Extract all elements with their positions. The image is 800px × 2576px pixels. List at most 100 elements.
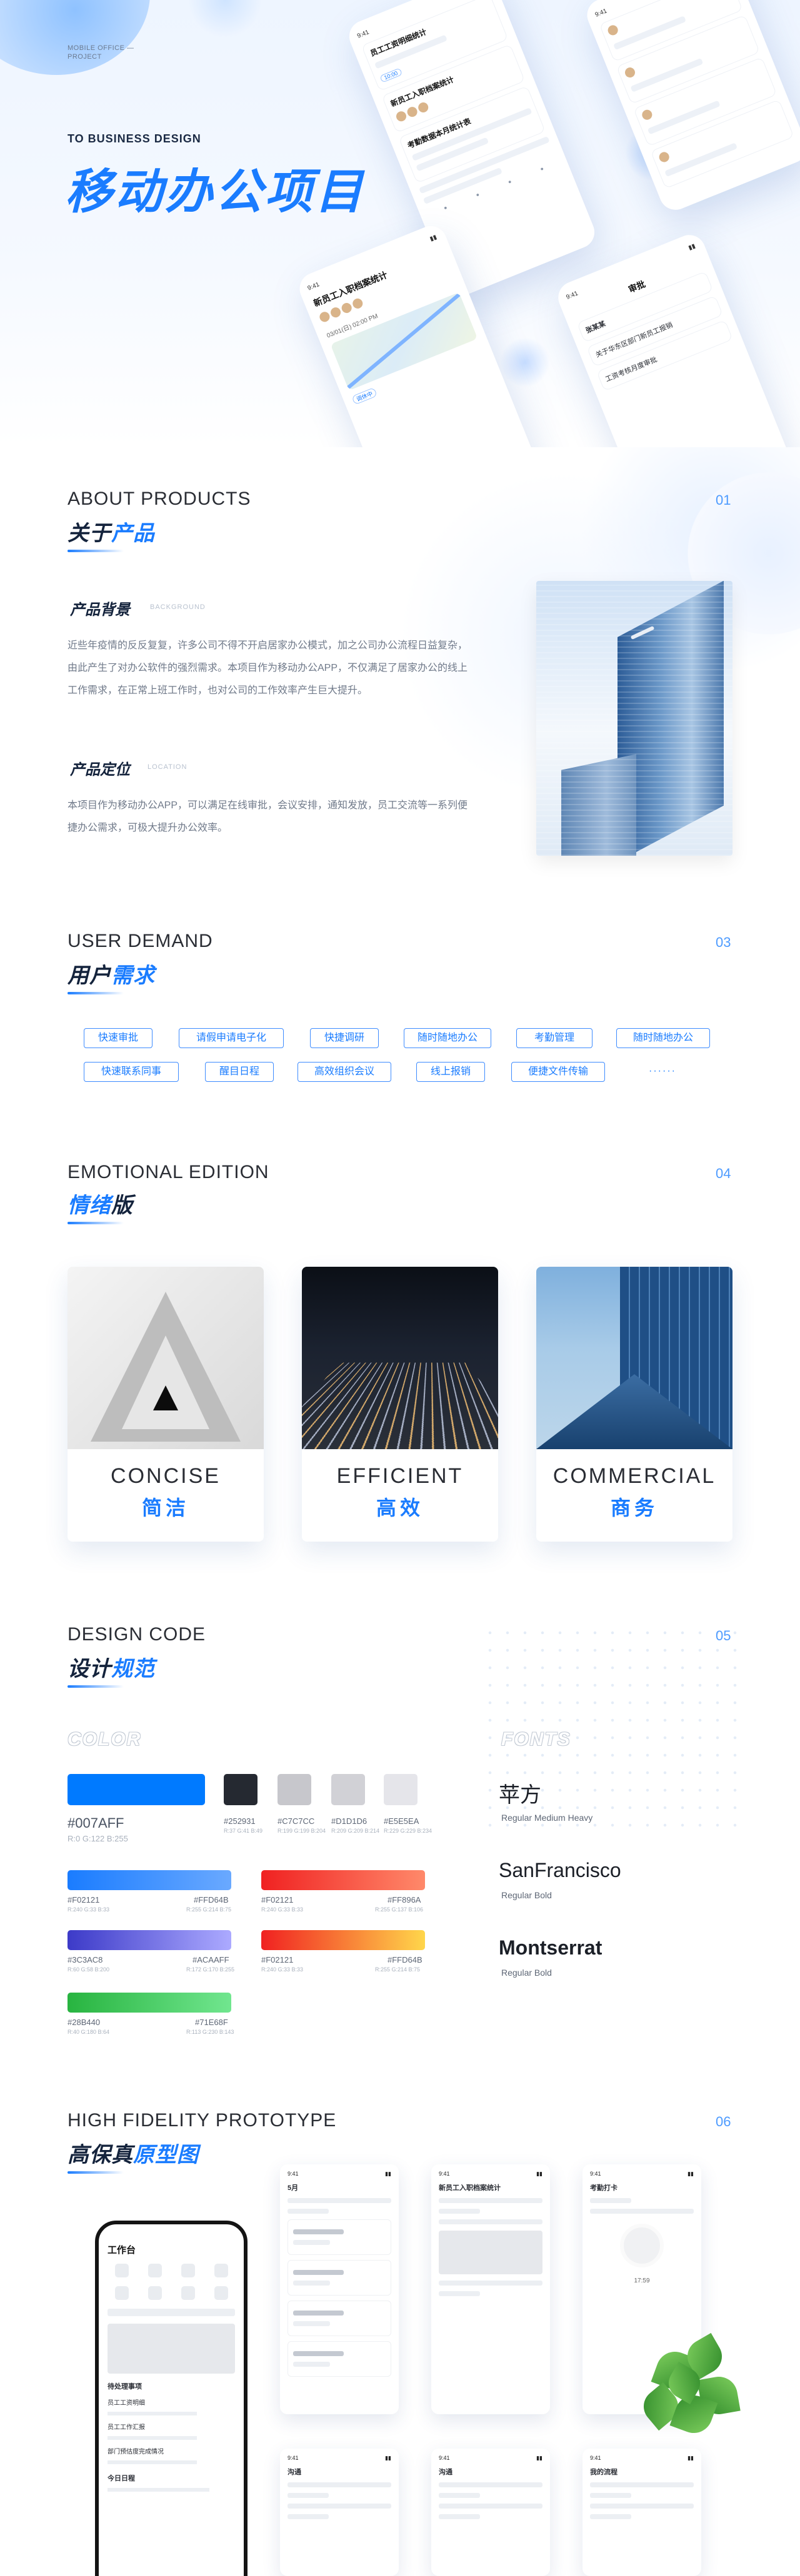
section-number: 03 [716,934,731,950]
color-swatch-primary [68,1774,205,1805]
prototype-phone-workbench: 工作台 待处理事项 员工工资明细 员工工作汇报 部门预估度完成情况 今日日程 [95,2221,248,2576]
gradient-swatch [261,1870,425,1890]
color-hex: #C7C7CC [278,1816,315,1826]
mood-title-cn: 高效 [376,1497,424,1519]
section-number: 05 [716,1628,731,1643]
mood-title-cn: 商务 [610,1497,658,1519]
color-rgb: R:172 G:170 B:255 [186,1966,235,1973]
status-time: 9:41 [594,7,608,19]
gradient-swatch [68,1930,231,1950]
demand-tag: 快捷调研 [310,1028,379,1048]
font-weights: Regular Bold [501,1968,552,1978]
heading-underline [68,992,124,994]
plant-decoration [631,2332,750,2439]
background-subheading: 产品背景 [59,596,130,619]
demand-tag: 随时随地办公 [616,1028,710,1048]
color-swatch-neutral [384,1774,418,1805]
prototype-heading-en: HIGH FIDELITY PROTOTYPE [68,2110,337,2131]
demand-tag: 请假申请电子化 [179,1028,284,1048]
pending-section-title: 待处理事项 [108,2383,142,2390]
mood-card-commercial: COMMERCIAL 商务 [536,1267,732,1542]
color-swatch-neutral [331,1774,365,1805]
checkin-title: 考勤打卡 [590,2184,618,2192]
pending-item: 部门预估度完成情况 [108,2449,164,2455]
color-hex: #FF896A [388,1895,421,1905]
color-rgb: R:40 G:180 B:64 [68,2029,110,2035]
demand-tag: 考勤管理 [516,1028,592,1048]
status-tag: 调休中 [351,387,378,405]
demand-tag: 快速联系同事 [84,1062,179,1082]
gradient-swatch [68,1993,231,2013]
color-hex: #3C3AC8 [68,1955,103,1964]
color-hex: #F02121 [261,1895,294,1905]
demand-tag: 高效组织会议 [298,1062,391,1082]
color-hex: #007AFF [68,1815,124,1831]
chat-title: 沟通 [439,2469,452,2476]
schedule-section-title: 今日日程 [108,2475,135,2482]
skyscraper-photo [536,581,732,856]
emotional-heading-cn: 情绪版 [68,1194,133,1217]
demand-tag: 线上报销 [416,1062,485,1082]
prototype-phone-detail: 9:41 ▮▮ 新员工入职档案统计 [431,2164,550,2414]
hero-blob [0,0,150,75]
prototype-phone-chat: 9:41 ▮▮ 沟通 [280,2449,399,2576]
mood-title-en: EFFICIENT [336,1464,464,1488]
design-heading-en: DESIGN CODE [68,1624,206,1645]
checkin-time: 17:59 [634,2277,650,2284]
color-rgb: R:240 G:33 B:33 [261,1966,304,1973]
color-hex: #FFD64B [388,1955,422,1964]
color-swatch-neutral [278,1774,311,1805]
color-rgb: R:60 G:58 B:200 [68,1966,110,1973]
demand-heading-en: USER DEMAND [68,931,213,951]
background-text: 近些年疫情的反反复复，许多公司不得不开启居家办公模式，加之公司办公流程日益复杂，… [68,640,468,696]
color-rgb: R:113 G:230 B:143 [186,2029,234,2035]
color-rgb: R:255 G:137 B:106 [375,1906,424,1913]
hero-phone-mockup: 9:41▮▮ [582,0,800,215]
color-hex: #28B440 [68,2018,101,2027]
design-heading-cn: 设计规范 [68,1657,155,1681]
hero-blob [188,0,262,37]
positioning-tag: LOCATION [148,763,188,771]
font-sample-montserrat: Montserrat [499,1936,602,1959]
color-rgb: R:229 G:229 B:234 [384,1828,432,1834]
demand-tag: 随时随地办公 [404,1028,491,1048]
about-heading-cn: 关于产品 [68,522,155,545]
demand-more: ······ [631,1062,694,1082]
color-hex: #D1D1D6 [331,1816,368,1826]
mood-title-en: COMMERCIAL [552,1464,716,1488]
status-time: 9:41 [565,290,579,301]
commercial-photo [536,1267,732,1449]
chat-title: 沟通 [288,2469,301,2476]
font-sample-pingfang: 苹方 [499,1783,541,1807]
gradient-swatch [261,1930,425,1950]
color-rgb: R:240 G:33 B:33 [261,1906,304,1913]
hero-banner: MOBILE OFFICE — PROJECT TO BUSINESS DESI… [0,0,800,447]
time-tag: 10:00 [379,67,402,83]
heading-underline [68,550,124,552]
mood-title-cn: 简洁 [141,1497,189,1519]
gradient-swatch [68,1870,231,1890]
about-heading-en: ABOUT PRODUCTS [68,488,251,509]
color-rgb: R:0 G:122 B:255 [68,1834,128,1843]
positioning-subheading: 产品定位 [59,756,130,779]
hero-blob [500,337,550,387]
font-sample-sanfrancisco: SanFrancisco [499,1859,621,1881]
positioning-text: 本项目作为移动办公APP，可以满足在线审批，会议安排，通知发放，员工交流等一系列… [68,800,468,833]
mood-card-concise: CONCISE 简洁 [68,1267,264,1542]
prototype-phone-calendar: 9:41 ▮▮ 5月 [280,2164,399,2414]
heading-underline [68,1222,124,1224]
color-hex: #F02121 [261,1955,294,1964]
mood-card-efficient: EFFICIENT 高效 [302,1267,498,1542]
color-hex: #252931 [224,1816,256,1826]
pending-item: 员工工资明细 [108,2400,145,2407]
feature-grid [108,2264,235,2300]
color-rgb: R:37 G:41 B:49 [224,1828,263,1834]
demand-tag: 便捷文件传输 [511,1062,605,1082]
font-weights: Regular Bold [501,1890,552,1900]
color-hex: #ACAAFF [192,1955,229,1964]
color-label: COLOR [68,1729,142,1750]
prototype-phone-chat: 9:41 ▮▮ 沟通 [431,2449,550,2576]
color-rgb: R:209 G:209 B:214 [331,1828,380,1834]
efficient-photo [302,1267,498,1449]
font-weights: Regular Medium Heavy [501,1813,593,1823]
